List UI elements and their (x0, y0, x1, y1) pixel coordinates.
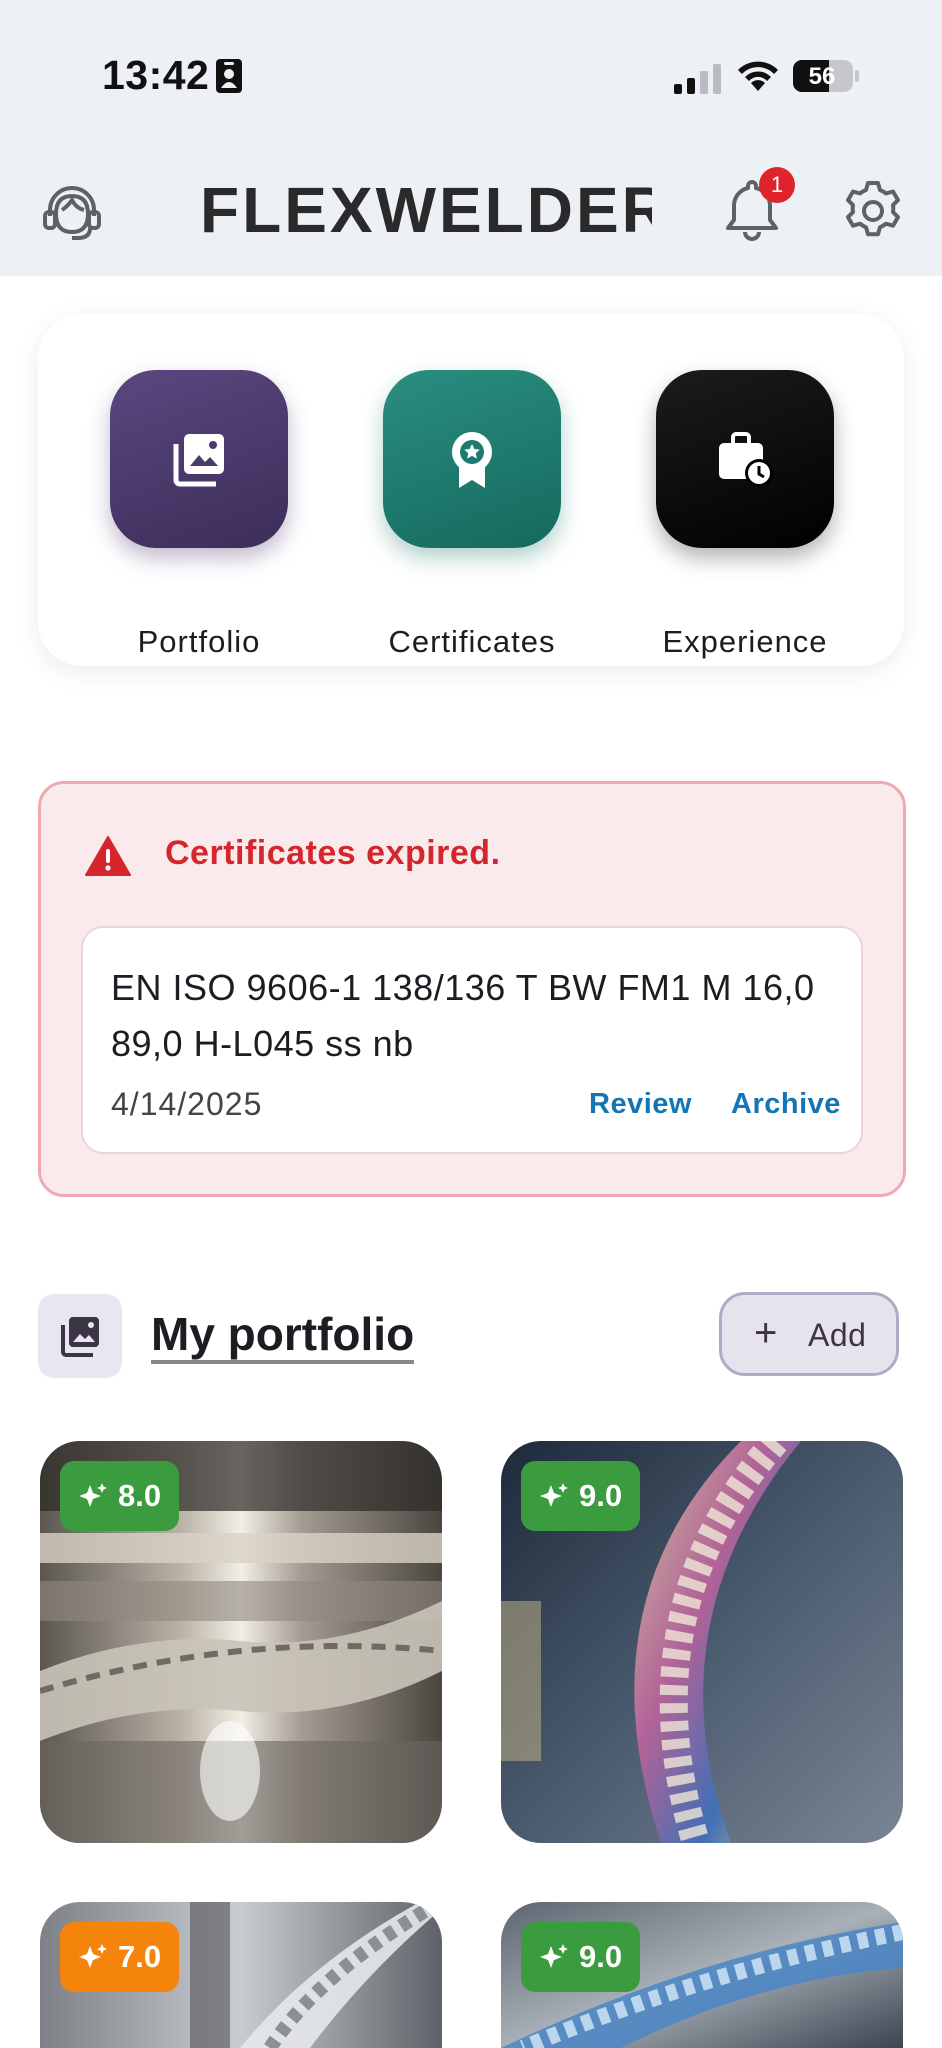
certificate-title: EN ISO 9606-1 138/136 T BW FM1 M 16,0 89… (111, 967, 815, 1064)
portfolio-item[interactable]: 9.0 (501, 1441, 903, 1843)
contact-card-icon (216, 59, 242, 93)
ai-score-badge: 9.0 (521, 1922, 641, 1992)
award-ribbon-icon (452, 432, 492, 488)
quick-link-certificates[interactable]: Certificates (337, 370, 561, 659)
portfolio-section-icon-box (38, 1294, 122, 1378)
gallery-icon (173, 434, 224, 487)
ai-score-badge: 9.0 (521, 1461, 641, 1531)
alert-title: Certificates expired. (165, 834, 501, 872)
portfolio-item[interactable]: 8.0 (40, 1441, 442, 1843)
battery-level: 56 (808, 63, 836, 90)
gallery-icon (61, 1317, 99, 1357)
archive-button[interactable]: Archive (731, 1088, 841, 1121)
quick-link-portfolio[interactable]: Portfolio (64, 370, 288, 659)
sparkle-icon (79, 1483, 107, 1507)
ai-score-badge: 7.0 (60, 1922, 180, 1992)
wifi-icon (738, 61, 778, 91)
status-time: 13:42 (102, 52, 210, 98)
support-headset-icon[interactable] (40, 180, 104, 244)
score-value: 7.0 (118, 1939, 162, 1974)
sparkle-icon (540, 1944, 568, 1968)
portfolio-label: Portfolio (137, 624, 261, 659)
portfolio-section-title[interactable]: My portfolio (151, 1308, 415, 1364)
quick-link-experience[interactable]: Experience (610, 370, 834, 659)
expired-certificates-alert: Certificates expired. EN ISO 9606-1 138/… (38, 781, 906, 1197)
expired-certificate-card[interactable]: EN ISO 9606-1 138/136 T BW FM1 M 16,0 89… (81, 926, 863, 1154)
certificates-tile[interactable] (383, 370, 561, 548)
sparkle-icon (79, 1944, 107, 1968)
review-button[interactable]: Review (589, 1088, 692, 1121)
briefcase-clock-icon (719, 432, 773, 487)
add-portfolio-button[interactable]: + Add (719, 1292, 899, 1376)
cellular-signal-icon (674, 64, 721, 94)
score-value: 8.0 (118, 1478, 162, 1513)
notification-count-badge: 1 (759, 167, 795, 203)
plus-icon: + (754, 1311, 778, 1355)
portfolio-item[interactable]: 7.0 (40, 1902, 442, 2048)
ai-score-badge: 8.0 (60, 1461, 180, 1531)
svg-text:FLEXWELDER: FLEXWELDER (200, 176, 652, 242)
warning-triangle-icon (85, 836, 131, 876)
settings-gear-icon[interactable] (842, 180, 904, 242)
quick-links-card: Portfolio Certificates Experience (38, 314, 904, 666)
experience-tile[interactable] (656, 370, 834, 548)
score-value: 9.0 (579, 1939, 623, 1974)
experience-label: Experience (662, 624, 828, 659)
portfolio-item[interactable]: 9.0 (501, 1902, 903, 2048)
portfolio-tile[interactable] (110, 370, 288, 548)
flexwelder-logo: FLEXWELDER (200, 176, 652, 242)
certificate-date: 4/14/2025 (111, 1086, 263, 1122)
top-bar: 13:42 56 FLEXWELDER 1 (0, 0, 942, 276)
score-value: 9.0 (579, 1478, 623, 1513)
certificates-label: Certificates (388, 624, 556, 659)
add-button-label: Add (808, 1317, 867, 1353)
sparkle-icon (540, 1483, 568, 1507)
